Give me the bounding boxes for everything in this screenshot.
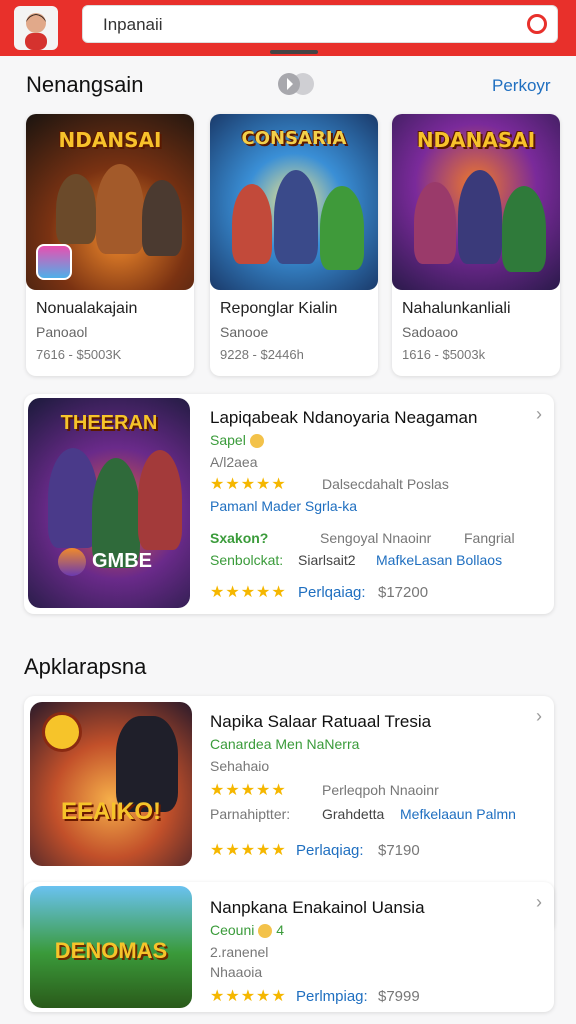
promo-link-2[interactable]: MafkeLasan Bollaos xyxy=(376,552,502,568)
game-artwork: NDANASAI xyxy=(392,114,560,290)
price-rating-row: ★★★★★ xyxy=(210,840,287,860)
game-logo-text: GMBE xyxy=(92,550,152,572)
app-value: Grahdetta xyxy=(322,806,385,822)
game-banner-text: NDANSAI xyxy=(58,128,162,152)
apps-section-title: Apklarapsna xyxy=(24,654,147,679)
app-title: Napika Salaar Ratuaal Tresia xyxy=(210,712,432,731)
play-toggle-icon[interactable] xyxy=(278,73,316,95)
app-label: Parnahiptter: xyxy=(210,806,291,822)
featured-card[interactable]: NDANSAI Nonualakajain Panoaol 7616 - $50… xyxy=(26,114,194,376)
featured-section-title: Nenangsain xyxy=(26,72,144,97)
game-artwork: THEERAN GMBE xyxy=(28,398,190,608)
promo-category: Fangrial xyxy=(464,530,515,546)
game-banner-text: DENOMAS xyxy=(54,938,168,963)
app-subtitle: Canardea Men NaNerra xyxy=(210,736,360,752)
price-value: $17200 xyxy=(378,584,429,601)
promo-link[interactable]: Pamanl Mader Sgrla-ka xyxy=(210,498,357,514)
promo-tag: Sxakon? xyxy=(210,530,269,546)
game-banner-text: EEAIKO! xyxy=(60,798,161,825)
featured-app-developer: Sadoaoo xyxy=(402,324,459,340)
rating-row: ★★★★★ xyxy=(210,474,287,494)
featured-card[interactable]: CONSARIA Reponglar Kialin Sanooe 9228 - … xyxy=(210,114,378,376)
star-icon: ★★★★★ xyxy=(210,782,287,799)
featured-card[interactable]: NDANASAI Nahalunkanliali Sadoaoo 1616 - … xyxy=(392,114,560,376)
app-meta-2: Nhaaoia xyxy=(210,964,263,980)
price-label: Perlmpiag: xyxy=(296,988,368,1005)
price-label: Perlqaiag: xyxy=(298,584,366,601)
search-input[interactable]: Inpanaii xyxy=(82,5,558,43)
app-meta: Sehahaio xyxy=(210,758,270,774)
app-meta: A/l2aea xyxy=(210,454,258,470)
featured-app-developer: Sanooe xyxy=(220,324,269,340)
featured-app-name: Reponglar Kialin xyxy=(220,300,338,317)
game-artwork: DENOMAS xyxy=(30,886,192,1008)
search-query-text: Inpanaii xyxy=(103,15,163,34)
star-icon: ★★★★★ xyxy=(210,988,287,1005)
game-banner-text: CONSARIA xyxy=(241,128,347,149)
price-value: $7190 xyxy=(378,842,420,859)
user-avatar-icon[interactable] xyxy=(14,6,58,50)
price-value: $7999 xyxy=(378,988,420,1005)
smile-icon xyxy=(258,924,273,939)
rating-text: Dalsecdahalt Poslas xyxy=(322,476,449,492)
promo-info: Sengoyal Nnaoinr xyxy=(320,530,432,546)
game-banner-text: THEERAN xyxy=(60,412,158,434)
promo-app-card[interactable]: THEERAN GMBE › Lapiqabeak Ndanoyaria Nea… xyxy=(24,394,554,614)
app-subtitle-number: 4 xyxy=(276,922,285,938)
app-badge-icon xyxy=(36,244,72,280)
game-artwork: EEAIKO! xyxy=(30,702,192,866)
featured-app-name: Nahalunkanliali xyxy=(402,300,511,317)
app-meta: 2.ranenel xyxy=(210,944,269,960)
app-subtitle: Ceouni 4 xyxy=(210,922,285,939)
heart-icon xyxy=(249,434,264,449)
promo-label: Senbolckat: xyxy=(210,552,284,568)
price-rating-row: ★★★★★ xyxy=(210,582,287,602)
featured-more-link[interactable]: Perkoyr xyxy=(492,76,551,96)
featured-app-meta: 7616 - $5003K xyxy=(36,347,122,362)
chevron-right-icon[interactable]: › xyxy=(536,706,542,727)
price-rating-row: ★★★★★ xyxy=(210,986,287,1006)
main-content: Nenangsain Perkoyr NDANSAI Nonualakajain… xyxy=(0,50,576,1024)
featured-app-meta: 1616 - $5003k xyxy=(402,347,486,362)
app-subtitle-text: Ceouni xyxy=(210,922,255,938)
game-artwork: CONSARIA xyxy=(210,114,378,290)
game-banner-text: NDANASAI xyxy=(416,128,536,152)
rating-text: Perleqpoh Nnaoinr xyxy=(322,782,439,798)
app-list-item[interactable]: DENOMAS › Nanpkana Enakainol Uansia Ceou… xyxy=(24,882,554,1012)
star-icon: ★★★★★ xyxy=(210,476,287,493)
app-title: Lapiqabeak Ndanoyaria Neagaman xyxy=(210,408,478,427)
app-title: Nanpkana Enakainol Uansia xyxy=(210,898,425,917)
app-link[interactable]: Mefkelaaun Palmn xyxy=(400,806,516,822)
featured-app-meta: 9228 - $2446h xyxy=(220,347,304,362)
app-subtitle-text: Sapel xyxy=(210,432,246,448)
star-icon: ★★★★★ xyxy=(210,842,287,859)
drag-handle[interactable] xyxy=(270,50,318,54)
featured-app-name: Nonualakajain xyxy=(36,300,138,317)
star-icon: ★★★★★ xyxy=(210,584,287,601)
chevron-right-icon[interactable]: › xyxy=(536,404,542,425)
search-ring-icon[interactable] xyxy=(527,14,547,34)
chevron-right-icon[interactable]: › xyxy=(536,892,542,913)
top-app-bar: Inpanaii xyxy=(0,0,576,56)
price-label: Perlaqiag: xyxy=(296,842,364,859)
promo-value: Siarlsait2 xyxy=(298,552,356,568)
game-artwork: NDANSAI xyxy=(26,114,194,290)
rating-row: ★★★★★ xyxy=(210,780,287,800)
featured-app-developer: Panoaol xyxy=(36,324,88,340)
app-subtitle: Sapel xyxy=(210,432,264,449)
